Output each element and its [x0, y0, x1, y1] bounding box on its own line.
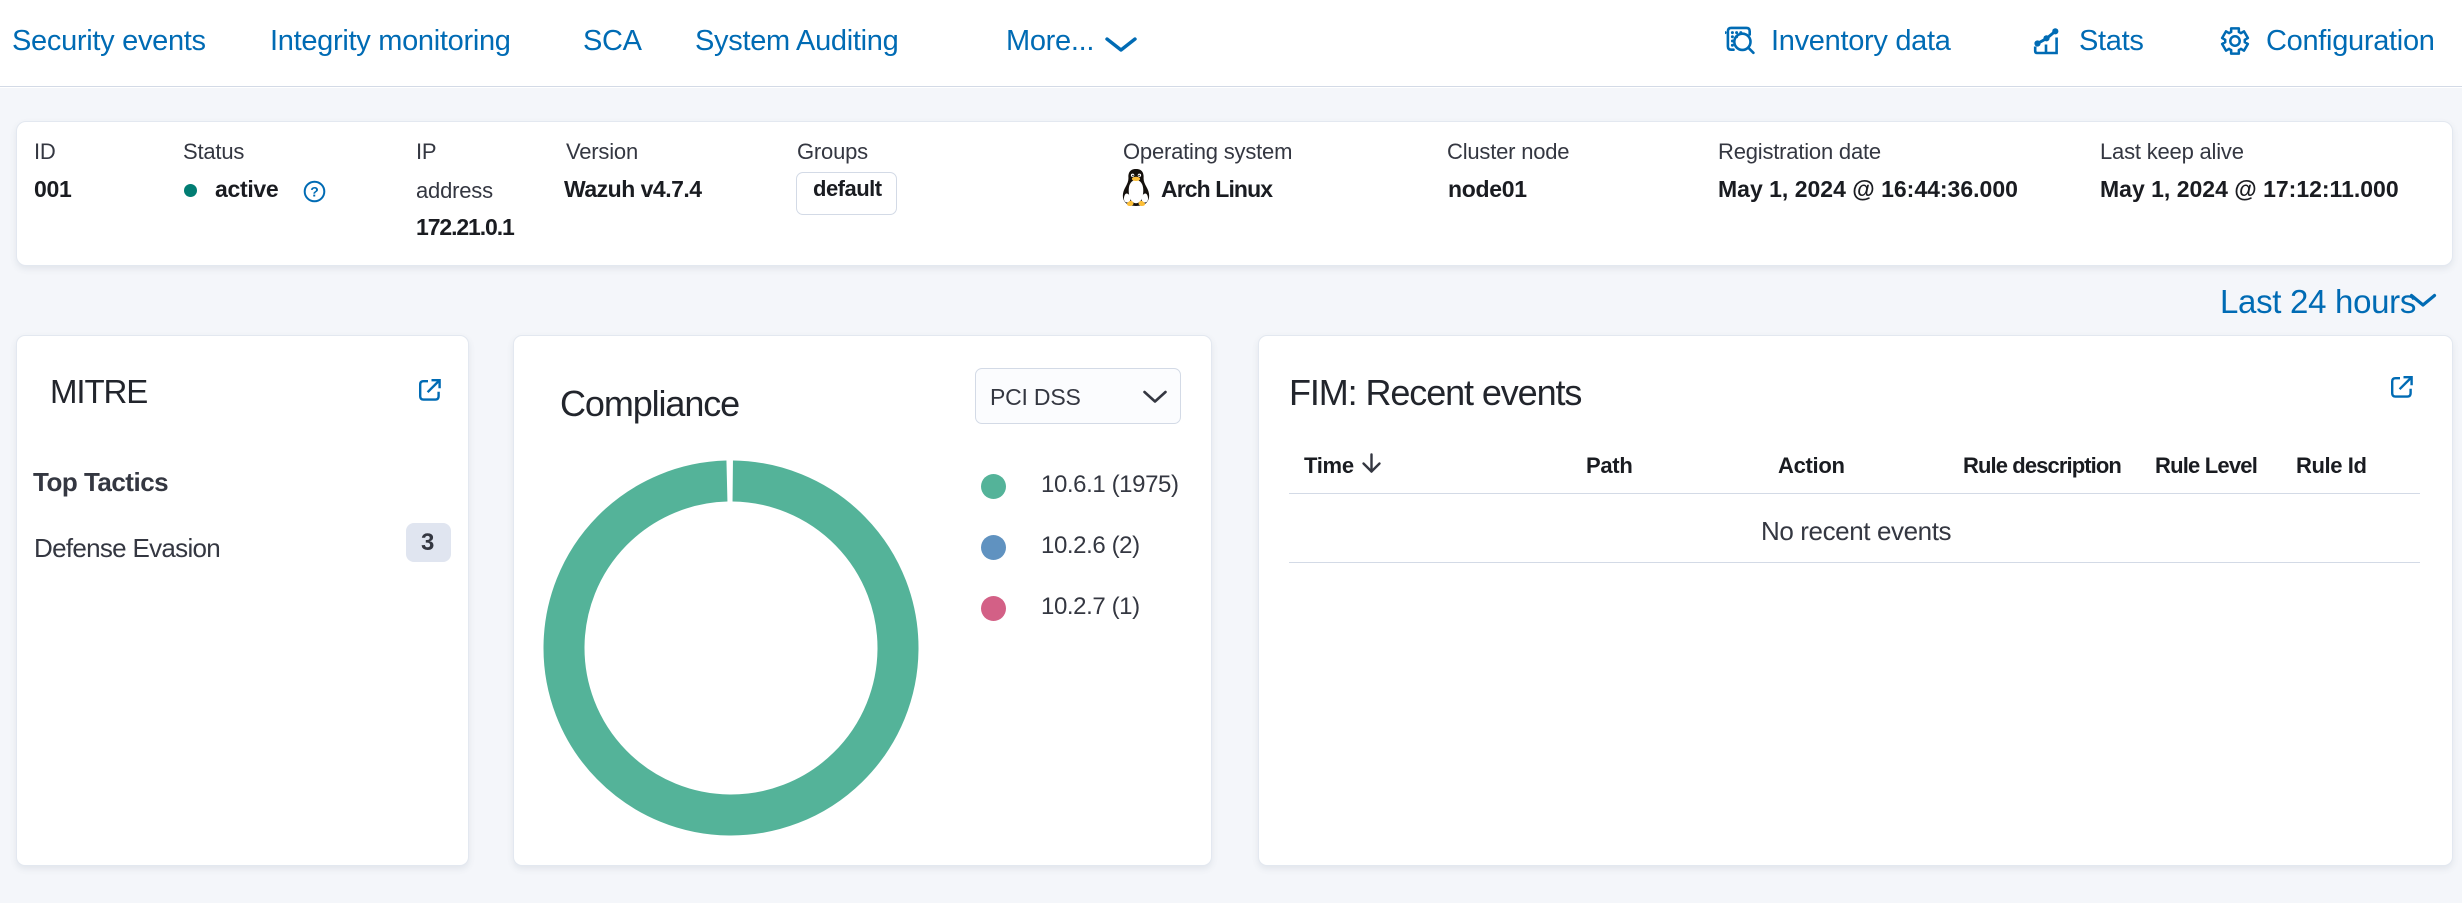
svg-text:?: ? [310, 183, 319, 199]
